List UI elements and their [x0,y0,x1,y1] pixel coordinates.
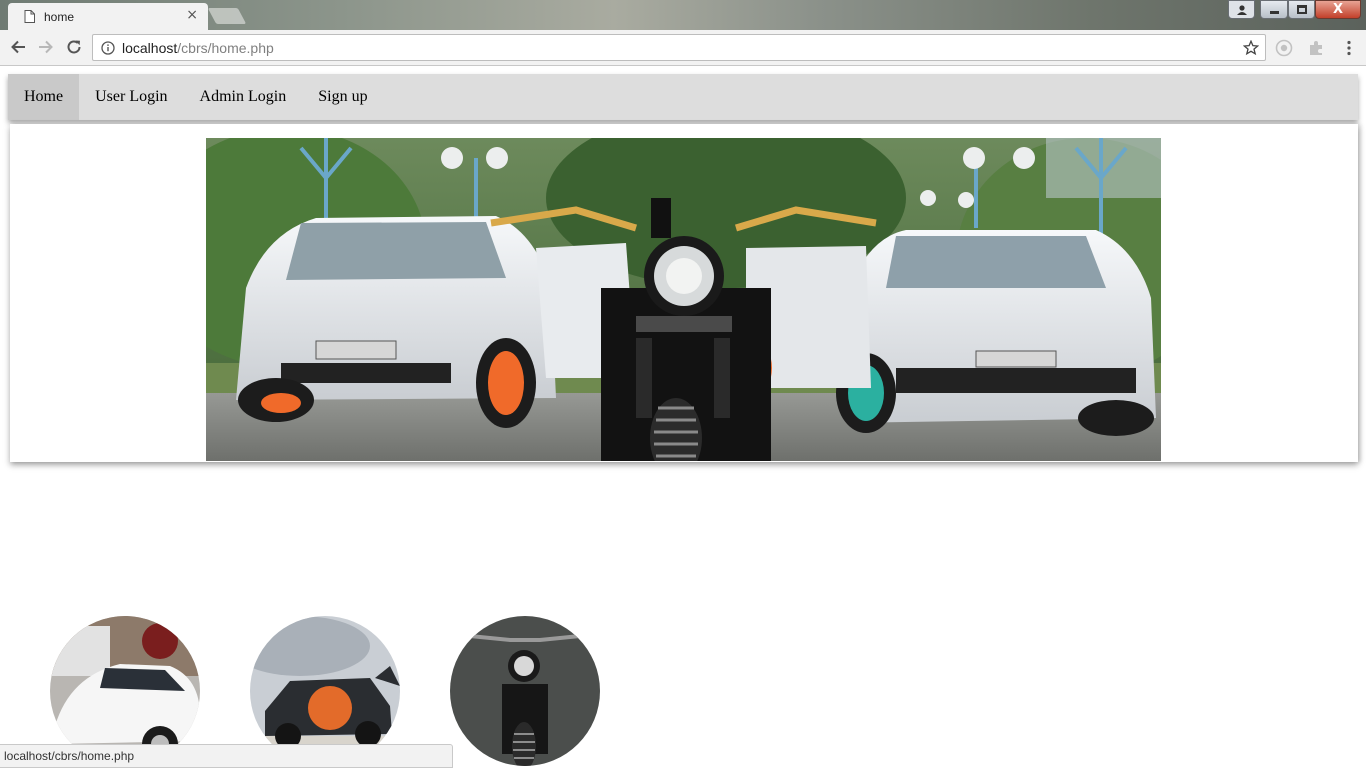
document-icon [24,10,35,23]
extension-icon[interactable] [1275,39,1293,57]
profile-button[interactable] [1228,0,1255,19]
nav-home-link[interactable]: Home [8,74,80,120]
site-navbar: Home User Login Admin Login Sign up [8,74,1358,120]
url-path: /cbrs/home.php [177,39,274,56]
extension-puzzle-icon[interactable] [1307,39,1325,57]
nav-user-login-link[interactable]: User Login [79,74,183,120]
new-tab-button[interactable] [207,8,247,24]
nav-sign-up-link[interactable]: Sign up [302,74,383,120]
nav-admin-login-link[interactable]: Admin Login [184,74,303,120]
arrow-right-icon [39,40,53,54]
browser-toolbar: localhost /cbrs/home.php [0,30,1366,66]
minimize-icon [1270,11,1279,14]
browser-tabstrip: home × X [0,0,1366,30]
restore-icon [1297,5,1307,14]
status-bar: localhost/cbrs/home.php [0,744,453,768]
reload-button[interactable] [63,36,85,58]
tab-home[interactable]: home × [8,3,208,30]
arrow-left-icon [11,40,25,54]
menu-kebab-icon[interactable] [1340,39,1358,57]
close-window-button[interactable]: X [1315,0,1361,19]
info-icon[interactable] [101,40,115,55]
url-host: localhost [122,39,178,56]
user-icon [1236,4,1247,15]
tab-title: home [44,9,75,24]
address-bar[interactable]: localhost /cbrs/home.php [92,34,1266,61]
reload-icon [67,40,81,54]
restore-button[interactable] [1288,0,1315,19]
banner-card [10,124,1358,462]
minimize-button[interactable] [1260,0,1288,19]
motorcycle-icon [450,616,600,766]
back-button[interactable] [7,36,29,58]
tab-close-icon[interactable]: × [186,7,198,23]
star-icon[interactable] [1243,40,1259,56]
forward-button[interactable] [35,36,57,58]
banner-image [206,138,1161,461]
thumbnail-motorcycle[interactable] [450,616,600,766]
